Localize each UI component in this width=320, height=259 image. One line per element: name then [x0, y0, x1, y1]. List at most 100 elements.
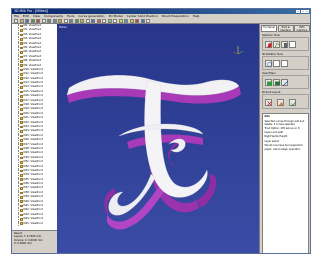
folder-icon — [20, 222, 23, 225]
folder-icon — [20, 37, 23, 41]
folder-icon — [20, 59, 23, 63]
folder-icon — [20, 217, 23, 221]
toolbar-button-4[interactable] — [36, 19, 40, 23]
folder-icon — [20, 204, 23, 208]
maximize-button[interactable] — [300, 9, 305, 14]
message-log: Info Selected curves through add and del… — [262, 113, 309, 253]
folder-icon — [20, 29, 23, 32]
layer-icon — [279, 101, 284, 105]
folder-icon — [20, 42, 23, 45]
folder-icon — [20, 147, 23, 151]
toolbar-button-8[interactable] — [58, 19, 62, 23]
folder-icon — [20, 55, 23, 59]
rotate-z-button[interactable] — [281, 60, 288, 67]
folder-icon — [20, 191, 23, 195]
folder-icon — [20, 152, 23, 155]
toolbar-button-22[interactable] — [135, 19, 139, 23]
message-log-title: Info — [264, 115, 270, 118]
printout-layout-group — [262, 94, 309, 109]
app-window: 3D Milk Pro - [Milked] File Edit View Compo… — [11, 8, 311, 254]
blank-tool-button[interactable] — [289, 41, 296, 48]
folder-icon — [20, 99, 23, 103]
panel-tab-2[interactable]: Path Interface — [294, 25, 310, 32]
toolbar-button-20[interactable] — [124, 19, 128, 23]
message-line: Selected curves through add and delete: … — [264, 119, 305, 126]
3d-model-canvas[interactable] — [57, 24, 259, 254]
toolbar-button-24[interactable] — [146, 19, 150, 23]
red-pen-icon — [267, 43, 272, 48]
folder-icon — [20, 51, 23, 54]
toolbar-button-18[interactable] — [113, 19, 117, 23]
toolbar-button-11[interactable] — [74, 19, 79, 23]
panel-tab-0[interactable]: Fly Spinal — [261, 25, 277, 32]
folder-icon — [20, 134, 23, 138]
close-button[interactable] — [305, 9, 309, 14]
check-icon — [291, 100, 297, 106]
folder-icon — [20, 160, 23, 164]
folder-icon — [20, 182, 23, 186]
3d-viewport[interactable]: Milked — [57, 24, 259, 254]
view-filter-monitor-button[interactable] — [273, 79, 280, 86]
folder-icon — [20, 138, 23, 142]
toolbar-button-21[interactable] — [129, 19, 134, 23]
folder-icon — [20, 33, 23, 37]
select-red-tool-button[interactable] — [265, 41, 272, 48]
message-line: Layer select — [264, 139, 280, 143]
folder-icon — [20, 130, 23, 133]
panel-tabs: Fly Spinal Tools & Interface Path Interfac… — [261, 25, 310, 32]
edit-curve-tool-button[interactable] — [273, 41, 281, 49]
monitor-icon — [275, 81, 280, 85]
print-check-button[interactable] — [289, 98, 297, 106]
message-line: Would now have tool supported paper: Use… — [264, 144, 303, 151]
toolbar-button-2[interactable] — [25, 19, 29, 23]
toolbar-button-10[interactable] — [69, 19, 73, 23]
toolbar-button-12[interactable] — [80, 19, 84, 23]
toolbar-button-19[interactable] — [118, 19, 123, 23]
tree-connector — [18, 221, 19, 226]
folder-icon — [20, 81, 23, 85]
message-line: Tried Option: 2PX set-up on 8 layers and… — [264, 127, 300, 134]
toolbar-button-6[interactable] — [47, 19, 51, 23]
tree-info-line: Z: 0.0000 mm — [14, 241, 32, 245]
folder-icon — [20, 68, 23, 72]
toolbar-button-7[interactable] — [52, 19, 57, 23]
folder-icon — [20, 46, 23, 50]
toolbar-button-5[interactable] — [41, 19, 46, 23]
rotate-x-button[interactable] — [265, 60, 272, 67]
toolbar-button-0[interactable] — [14, 19, 18, 23]
toolbar-button-23[interactable] — [140, 19, 145, 23]
folder-icon — [20, 73, 23, 76]
panel-tab-1[interactable]: Tools & Interface — [277, 25, 294, 32]
rotate-y-button[interactable] — [273, 60, 280, 67]
folder-icon — [20, 24, 23, 28]
print-layer-button[interactable] — [277, 98, 284, 106]
view-filter-green-button[interactable] — [265, 79, 272, 86]
folder-icon — [20, 174, 23, 177]
toolbar-button-14[interactable] — [91, 19, 95, 23]
folder-icon — [20, 125, 23, 129]
minimize-button[interactable] — [296, 9, 300, 14]
folder-icon — [20, 77, 23, 81]
folder-icon — [20, 117, 23, 120]
print-red-button[interactable] — [265, 98, 272, 106]
toolbar-button-3[interactable] — [30, 19, 35, 23]
view-filter-blue-button[interactable] — [281, 79, 289, 87]
rotate-icon — [267, 62, 272, 67]
move-node-tool-button[interactable] — [281, 41, 288, 48]
tree-item[interactable]: N45: Viewfront — [12, 221, 57, 226]
toolbar-button-1[interactable] — [19, 19, 24, 23]
toolbar-button-13[interactable] — [85, 19, 90, 23]
toolbar-button-17[interactable] — [107, 19, 112, 23]
toolbar-button-9[interactable] — [63, 19, 68, 23]
folder-icon — [20, 196, 23, 199]
folder-icon — [20, 64, 23, 67]
toolbar-button-16[interactable] — [102, 19, 106, 23]
model-tree[interactable]: N0: Viewfront N1: Viewfront N2: Viewfront N… — [12, 24, 58, 230]
signal-icon — [282, 80, 289, 87]
folder-icon — [20, 178, 23, 182]
folder-icon — [20, 213, 23, 217]
folder-icon — [20, 112, 23, 116]
node-move-icon — [284, 43, 287, 48]
folder-icon — [20, 165, 23, 168]
toolbar-button-15[interactable] — [96, 19, 101, 23]
